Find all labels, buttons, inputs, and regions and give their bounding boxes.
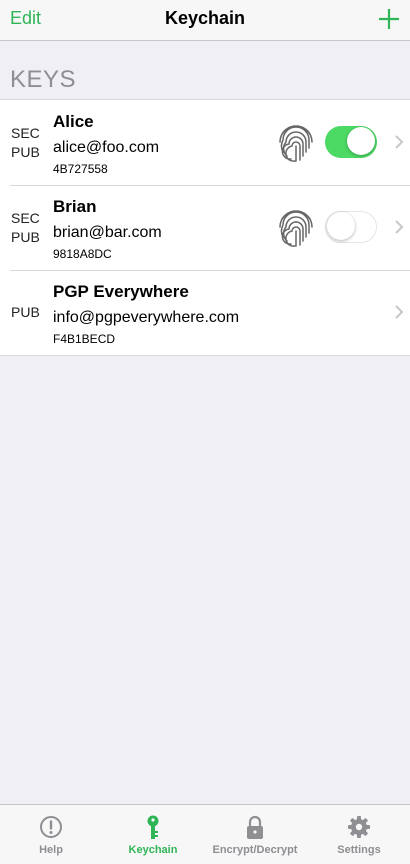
key-row-pgp-everywhere[interactable]: PUB PGP Everywhere info@pgpeverywhere.co… (0, 270, 410, 355)
key-type-sec: SEC (11, 210, 40, 226)
tab-bar: Help Keychain Encrypt/Decrypt Settings (0, 804, 410, 864)
key-type-label: SEC PUB (11, 124, 40, 162)
toggle-knob (327, 212, 355, 240)
key-type-pub: PUB (11, 304, 40, 320)
tab-label: Help (39, 844, 63, 856)
keys-list: SEC PUB Alice alice@foo.com 4B727558 SEC… (0, 99, 410, 356)
touch-id-toggle[interactable] (325, 126, 377, 158)
key-id: F4B1BECD (53, 332, 116, 346)
chevron-right-icon (395, 220, 404, 234)
key-type-pub: PUB (11, 144, 40, 160)
key-id: 4B727558 (53, 162, 108, 176)
section-header-keys: KEYS (10, 66, 77, 93)
key-type-label: PUB (11, 303, 40, 322)
tab-keychain[interactable]: Keychain (102, 805, 204, 864)
key-row-brian[interactable]: SEC PUB Brian brian@bar.com 9818A8DC (0, 185, 410, 270)
key-email: info@pgpeverywhere.com (53, 309, 240, 326)
gear-icon (348, 816, 370, 838)
key-name: PGP Everywhere (53, 282, 189, 301)
tab-settings[interactable]: Settings (308, 805, 410, 864)
key-icon (147, 815, 159, 839)
key-row-alice[interactable]: SEC PUB Alice alice@foo.com 4B727558 (0, 100, 410, 185)
help-icon (40, 816, 62, 838)
key-type-pub: PUB (11, 229, 40, 245)
chevron-right-icon (395, 305, 404, 319)
touch-id-toggle[interactable] (325, 211, 377, 243)
key-name: Alice (53, 112, 94, 131)
plus-icon[interactable] (374, 4, 404, 34)
key-id: 9818A8DC (53, 247, 112, 261)
tab-help[interactable]: Help (0, 805, 102, 864)
key-type-sec: SEC (11, 125, 40, 141)
fingerprint-icon (279, 125, 313, 162)
chevron-right-icon (395, 135, 404, 149)
page-title: Keychain (164, 8, 246, 28)
lock-icon (247, 815, 263, 839)
fingerprint-icon (279, 210, 313, 247)
tab-label: Settings (337, 844, 381, 856)
key-email: alice@foo.com (53, 139, 160, 156)
tab-label: Encrypt/Decrypt (212, 844, 298, 856)
edit-button[interactable]: Edit (10, 8, 41, 29)
tab-encrypt-decrypt[interactable]: Encrypt/Decrypt (204, 805, 306, 864)
tab-label: Keychain (128, 844, 178, 856)
key-email: brian@bar.com (53, 224, 162, 241)
key-name: Brian (53, 197, 97, 216)
key-type-label: SEC PUB (11, 209, 40, 247)
toggle-knob (347, 127, 375, 155)
navigation-bar: Edit Keychain (0, 0, 410, 41)
